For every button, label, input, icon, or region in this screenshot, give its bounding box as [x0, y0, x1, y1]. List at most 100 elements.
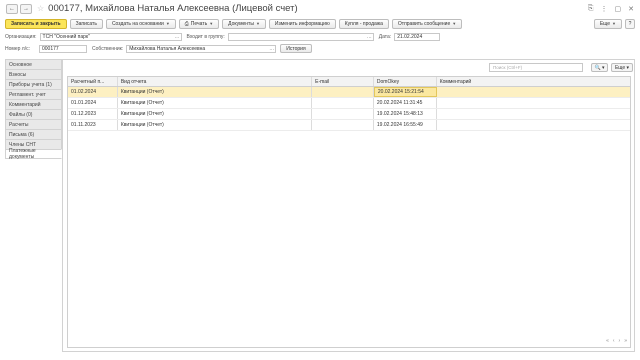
- print-button[interactable]: ⎙ Печать ▼: [178, 18, 220, 29]
- documents-label: Документы: [228, 20, 254, 27]
- select-dots-icon[interactable]: …: [269, 46, 274, 52]
- org-field[interactable]: ТСН "Осенний парк" …: [39, 32, 182, 41]
- search-input[interactable]: Поиск (Ctrl+F): [489, 63, 583, 72]
- tab-panel: Поиск (Ctrl+F) 🔍 ▾ Еще ▾ Расчетный п... …: [62, 59, 635, 352]
- command-bar: Записать и закрыть Записать Создать на о…: [5, 18, 635, 29]
- last-page-icon[interactable]: »: [624, 338, 627, 344]
- link-icon[interactable]: ⎘: [588, 5, 594, 13]
- org-label: Организация:: [5, 33, 37, 40]
- create-basis-button[interactable]: Создать на основании ▼: [105, 18, 176, 29]
- cell-email: [312, 98, 374, 108]
- change-info-button[interactable]: Изменить информацию: [268, 18, 336, 29]
- number-value: 000177: [42, 45, 59, 52]
- next-page-icon[interactable]: ›: [619, 338, 621, 344]
- cell-email: [312, 87, 374, 97]
- favorite-star-icon[interactable]: ☆: [37, 4, 44, 13]
- number-field[interactable]: 000177: [39, 44, 87, 53]
- send-message-label: Отправить сообщение: [397, 20, 451, 27]
- org-value: ТСН "Осенний парк": [42, 33, 90, 40]
- table-row[interactable]: 01.11.2023 Квитанции (Отчет) 19.02.2024 …: [68, 120, 630, 131]
- prev-page-icon[interactable]: ‹: [613, 338, 615, 344]
- form-row-org: Организация: ТСН "Осенний парк" … Входит …: [5, 32, 441, 41]
- tab-reg-accounting[interactable]: Регламент. учет: [5, 89, 62, 99]
- cell-comment: [437, 109, 630, 119]
- date-label: Дата:: [378, 33, 392, 40]
- owner-value: Михайлова Наталья Алексеевна: [129, 45, 206, 52]
- tab-payment-docs[interactable]: Платежные документы: [5, 148, 62, 160]
- group-field[interactable]: …: [227, 32, 374, 41]
- owner-label: Собственник:: [92, 45, 124, 52]
- send-message-button[interactable]: Отправить сообщение ▼: [391, 18, 463, 29]
- forward-button[interactable]: →: [20, 3, 32, 14]
- date-value: 21.02.2024: [397, 33, 423, 40]
- cell-email: [312, 120, 374, 130]
- cell-date: 20.02.2024 11:31:45: [374, 98, 437, 108]
- close-icon[interactable]: ✕: [628, 5, 634, 13]
- col-email[interactable]: E-mail: [312, 77, 374, 86]
- cell-type: Квитанции (Отчет): [118, 109, 313, 119]
- number-label: Номер л/с:: [5, 45, 30, 52]
- table-row[interactable]: 01.12.2023 Квитанции (Отчет) 19.02.2024 …: [68, 109, 630, 120]
- chevron-down-icon: ▼: [209, 21, 214, 26]
- menu-dots-icon[interactable]: ⋮: [601, 5, 608, 13]
- col-domokey[interactable]: DomOkey: [374, 77, 437, 86]
- window-title: 000177, Михайлова Наталья Алексеевна (Ли…: [48, 3, 298, 14]
- select-dots-icon[interactable]: …: [175, 34, 180, 40]
- maximize-icon[interactable]: ▢: [615, 5, 622, 13]
- documents-table: Расчетный п... Вид отчета E-mail DomOkey…: [67, 76, 631, 348]
- col-type[interactable]: Вид отчета: [118, 77, 313, 86]
- print-label: Печать: [190, 20, 208, 27]
- buy-sell-button[interactable]: Купля - продажа: [338, 18, 389, 29]
- first-page-icon[interactable]: «: [606, 338, 609, 344]
- cell-type: Квитанции (Отчет): [118, 98, 313, 108]
- owner-field[interactable]: Михайлова Наталья Алексеевна …: [126, 44, 277, 53]
- title-bar: ← → ☆ 000177, Михайлова Наталья Алексеев…: [0, 0, 640, 17]
- date-field[interactable]: 21.02.2024: [394, 32, 441, 41]
- tab-comment[interactable]: Комментарий: [5, 99, 62, 109]
- tab-files[interactable]: Файлы (0): [5, 109, 62, 119]
- grid-pagination: « ‹ › »: [606, 338, 627, 344]
- printer-icon: ⎙: [184, 20, 189, 27]
- help-button[interactable]: ?: [625, 18, 635, 29]
- create-basis-label: Создать на основании: [111, 20, 164, 27]
- tab-calculations[interactable]: Расчеты: [5, 119, 62, 129]
- form-row-number: Номер л/с: 000177 Собственник: Михайлова…: [5, 44, 315, 53]
- select-dots-icon[interactable]: …: [367, 34, 372, 40]
- tab-contributions[interactable]: Взносы: [5, 69, 62, 79]
- more-label: Еще: [599, 20, 611, 27]
- cell-comment: [437, 98, 630, 108]
- table-row[interactable]: 01.02.2024 Квитанции (Отчет) 20.02.2024 …: [68, 87, 630, 98]
- chevron-down-icon: ▼: [165, 21, 170, 26]
- tab-letters[interactable]: Письма (6): [5, 129, 62, 139]
- cell-comment: [437, 120, 630, 130]
- cell-email: [312, 109, 374, 119]
- table-row[interactable]: 01.01.2024 Квитанции (Отчет) 20.02.2024 …: [68, 98, 630, 109]
- table-header: Расчетный п... Вид отчета E-mail DomOkey…: [68, 77, 630, 87]
- chevron-down-icon: ▼: [612, 21, 616, 26]
- history-button[interactable]: История: [280, 44, 312, 53]
- more-button[interactable]: Еще ▼: [593, 18, 622, 29]
- cell-period: 01.02.2024: [68, 87, 118, 97]
- cell-period: 01.01.2024: [68, 98, 118, 108]
- col-comment[interactable]: Комментарий: [437, 77, 630, 86]
- save-button[interactable]: Записать: [69, 18, 103, 29]
- group-label: Входит в группу:: [186, 33, 225, 40]
- cell-date: 20.02.2024 15:21:54: [373, 87, 437, 97]
- cell-date: 19.02.2024 15:48:13: [374, 109, 437, 119]
- cell-comment: [437, 87, 630, 97]
- chevron-down-icon: ▼: [255, 21, 260, 26]
- window-controls: ⎘ ⋮ ▢ ✕: [588, 5, 634, 13]
- search-button[interactable]: 🔍 ▾: [591, 63, 608, 72]
- documents-button[interactable]: Документы ▼: [222, 18, 266, 29]
- grid-more-button[interactable]: Еще ▾: [611, 63, 633, 72]
- tab-list: Основное Взносы Приборы учета (1) Реглам…: [5, 59, 62, 160]
- chevron-down-icon: ▼: [452, 21, 457, 26]
- save-close-button[interactable]: Записать и закрыть: [5, 18, 67, 29]
- cell-period: 01.12.2023: [68, 109, 118, 119]
- tab-meters[interactable]: Приборы учета (1): [5, 79, 62, 89]
- col-period[interactable]: Расчетный п...: [68, 77, 118, 86]
- tab-main[interactable]: Основное: [5, 59, 62, 69]
- cell-period: 01.11.2023: [68, 120, 118, 130]
- cell-type: Квитанции (Отчет): [118, 120, 313, 130]
- back-button[interactable]: ←: [6, 3, 18, 14]
